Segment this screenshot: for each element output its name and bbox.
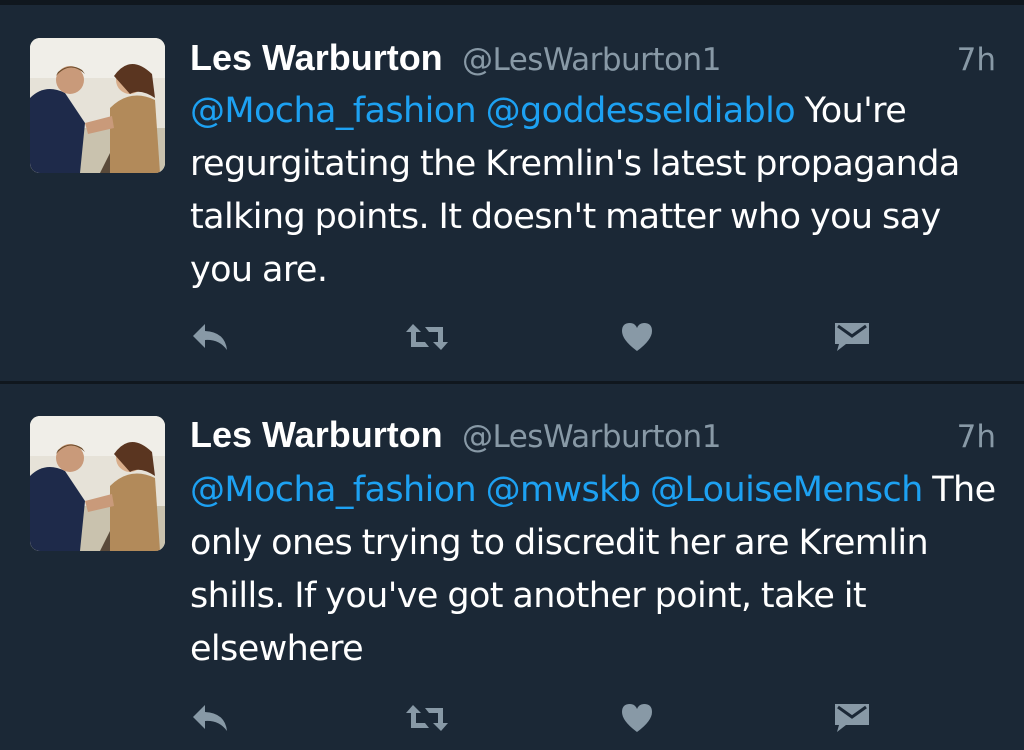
tweet-header: Les Warburton @LesWarburton1 7h xyxy=(190,412,996,460)
tweet[interactable]: Les Warburton @LesWarburton1 7h @Mocha_f… xyxy=(0,5,1024,381)
retweet-icon xyxy=(405,704,449,737)
mention-link[interactable]: @Mocha_fashion xyxy=(190,91,477,131)
tweet-actions xyxy=(190,319,890,359)
direct-message-button[interactable] xyxy=(832,700,872,740)
mention-link[interactable]: @goddesseldiablo xyxy=(486,91,796,131)
tweet-actions xyxy=(190,700,890,740)
direct-message-button[interactable] xyxy=(832,319,872,359)
display-name[interactable]: Les Warburton xyxy=(190,412,443,458)
direct-message-icon xyxy=(834,703,870,738)
heart-icon xyxy=(620,322,654,357)
timestamp[interactable]: 7h xyxy=(957,414,996,460)
tweet-text: @Mocha_fashion @mwskb @LouiseMensch The … xyxy=(190,464,1005,676)
like-button[interactable] xyxy=(617,700,657,740)
display-name[interactable]: Les Warburton xyxy=(190,35,443,81)
reply-button[interactable] xyxy=(190,319,230,359)
reply-button[interactable] xyxy=(190,700,230,740)
avatar[interactable] xyxy=(30,38,165,173)
heart-icon xyxy=(620,703,654,738)
username[interactable]: @LesWarburton1 xyxy=(462,414,721,460)
direct-message-icon xyxy=(834,322,870,357)
username[interactable]: @LesWarburton1 xyxy=(462,37,721,83)
timestamp[interactable]: 7h xyxy=(957,37,996,83)
mention-link[interactable]: @mwskb xyxy=(486,470,641,510)
reply-icon xyxy=(191,322,229,357)
mention-link[interactable]: @Mocha_fashion xyxy=(190,470,477,510)
retweet-button[interactable] xyxy=(405,319,449,359)
tweet-text: @Mocha_fashion @goddesseldiablo You're r… xyxy=(190,85,1005,297)
retweet-button[interactable] xyxy=(405,700,449,740)
mention-link[interactable]: @LouiseMensch xyxy=(650,470,923,510)
tweet[interactable]: Les Warburton @LesWarburton1 7h @Mocha_f… xyxy=(0,384,1024,750)
timeline: Les Warburton @LesWarburton1 7h @Mocha_f… xyxy=(0,0,1024,750)
tweet-header: Les Warburton @LesWarburton1 7h xyxy=(190,35,996,83)
avatar[interactable] xyxy=(30,416,165,551)
retweet-icon xyxy=(405,323,449,356)
reply-icon xyxy=(191,703,229,738)
like-button[interactable] xyxy=(617,319,657,359)
